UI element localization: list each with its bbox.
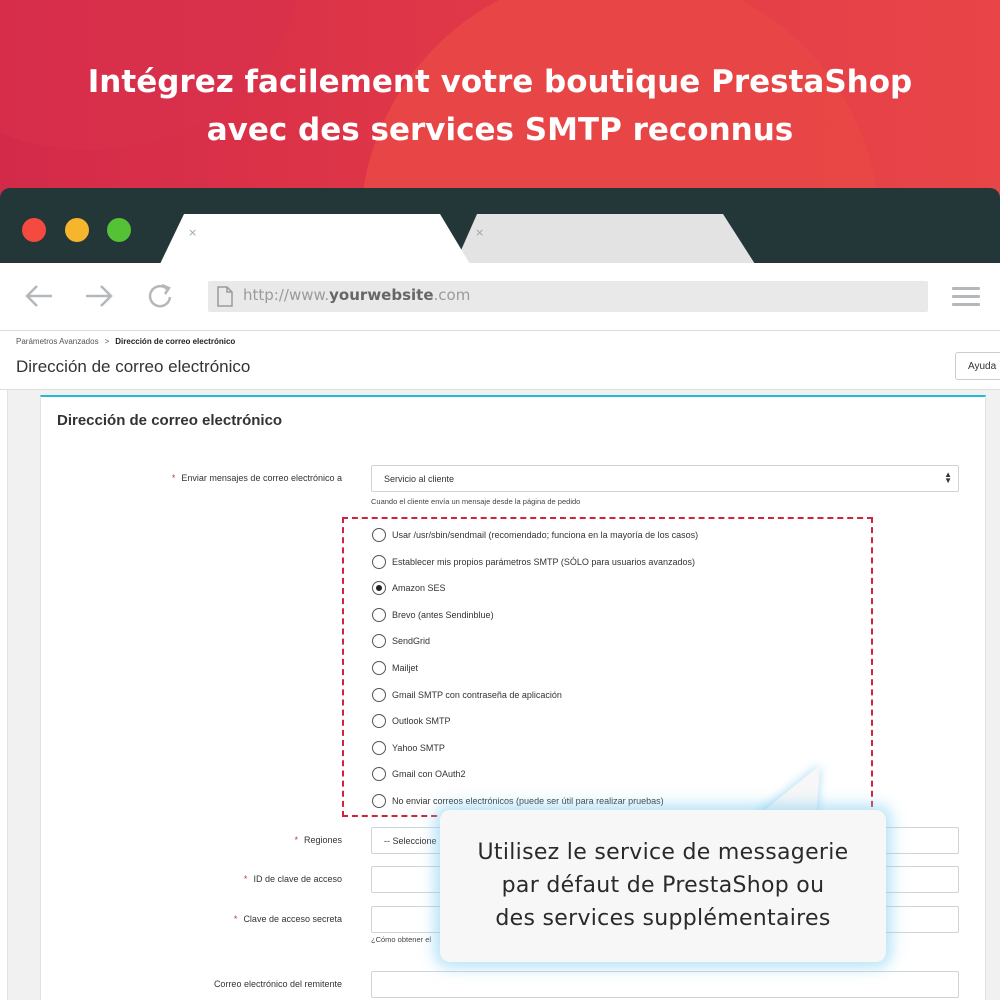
radio-unchecked[interactable] [372,687,386,702]
send-to-select[interactable]: Servicio al cliente ▲ ▼ [371,465,959,492]
page-header: Parámetros Avanzados > Dirección de correo… [0,332,1000,390]
callout-line3: des services supplémentaires [495,906,831,931]
sidebar-rail [0,390,8,1000]
back-arrow-icon[interactable] [22,281,56,311]
hero-banner: Intégrez facilement votre boutique Prest… [0,0,1000,200]
breadcrumb-parent[interactable]: Parámetros Avanzados [16,337,99,346]
sender-email-label: Correo electrónico del remitente [213,979,342,989]
mail-method-option-label: Brevo (antes Sendinblue) [392,609,494,620]
page-title: Dirección de correo electrónico [16,357,251,376]
browser-tab-active[interactable]: × [160,214,470,264]
browser-toolbar: http://www.yourwebsite.com [0,263,1000,331]
mail-method-option-label: Gmail SMTP con contraseña de aplicación [392,689,562,700]
forward-arrow-icon[interactable] [82,281,116,311]
mail-method-option-label: Mailjet [392,663,419,673]
browser-titlebar: × × [0,188,1000,264]
callout-line2: par défaut de PrestaShop ou [501,873,825,898]
radio-unchecked[interactable] [372,714,386,729]
callout-line1: Utilisez le service de messagerie [477,840,849,865]
secret-key-help-link[interactable]: ¿Cómo obtener el [371,935,431,944]
mail-method-option[interactable]: Mailjet [372,660,418,676]
hamburger-menu-icon[interactable] [952,287,980,307]
hero-title: Intégrez facilement votre boutique Prest… [0,58,1000,154]
browser-tab-inactive[interactable]: × [455,214,755,264]
mail-method-option[interactable]: Gmail SMTP con contraseña de aplicación [372,687,562,703]
mail-method-option[interactable]: Outlook SMTP [372,713,451,729]
send-to-help: Cuando el cliente envía un mensaje desde… [371,497,581,506]
mail-method-option-label: SendGrid [392,636,431,647]
regions-label: * Regiones [294,835,342,845]
hero-title-line2: avec des services SMTP reconnus [206,112,794,148]
radio-unchecked[interactable] [372,528,386,542]
hero-title-line1: Intégrez facilement votre boutique Prest… [87,64,913,100]
mail-method-option-label: Usar /usr/sbin/sendmail (recomendado; fu… [392,530,699,540]
maximize-window-button[interactable] [107,218,131,242]
sender-email-input[interactable] [371,971,959,998]
mail-method-option-label: Outlook SMTP [392,716,451,727]
minimize-window-button[interactable] [65,218,89,242]
mail-method-option[interactable]: Amazon SES [372,580,446,596]
mail-method-option[interactable]: No enviar correos electrónicos (puede se… [372,793,664,809]
mail-method-option[interactable]: Brevo (antes Sendinblue) [372,607,494,623]
breadcrumb-current: Dirección de correo electrónico [115,337,236,346]
mail-method-option[interactable]: Gmail con OAuth2 [372,766,466,782]
radio-unchecked[interactable] [372,607,386,622]
regions-value: -- Seleccione [384,836,437,846]
radio-unchecked[interactable] [372,794,386,808]
address-url: http://www.yourwebsite.com [243,286,471,304]
mail-method-option[interactable]: SendGrid [372,633,430,649]
close-window-button[interactable] [22,218,46,242]
send-to-label: * Enviar mensajes de correo electrónico a [171,473,342,483]
address-bar[interactable]: http://www.yourwebsite.com [208,281,928,312]
select-caret-icon: ▲ ▼ [944,470,952,485]
radio-unchecked[interactable] [372,554,386,569]
mail-method-option[interactable]: Establecer mis propios parámetros SMTP (… [372,554,695,570]
mail-method-option-label: Establecer mis propios parámetros SMTP (… [392,556,695,567]
radio-unchecked[interactable] [372,740,386,755]
radio-unchecked[interactable] [372,767,386,782]
radio-unchecked[interactable] [372,661,386,675]
tab-close-icon[interactable]: × [475,226,484,239]
page-document-icon [217,286,233,307]
access-key-label: * ID de clave de acceso [243,874,342,884]
tab-close-icon[interactable]: × [188,226,197,239]
mail-method-option-label: Gmail con OAuth2 [392,769,466,780]
reload-icon[interactable] [144,281,178,311]
mail-method-option-label: Amazon SES [392,583,446,594]
mail-method-option[interactable]: Yahoo SMTP [372,740,445,756]
callout-box: Utilisez le service de messagerie par dé… [440,810,886,962]
radio-checked[interactable] [372,581,386,596]
mail-method-option[interactable]: Usar /usr/sbin/sendmail (recomendado; fu… [372,527,698,543]
breadcrumb-separator: > [104,337,110,346]
radio-unchecked[interactable] [372,634,386,649]
mail-method-option-label: No enviar correos electrónicos (puede se… [392,796,664,806]
help-button[interactable]: Ayuda [955,352,1000,380]
send-to-value: Servicio al cliente [384,474,455,484]
callout-text: Utilisez le service de messagerie par dé… [440,836,886,935]
panel-title: Dirección de correo electrónico [57,412,283,429]
mail-method-option-label: Yahoo SMTP [392,742,445,753]
breadcrumb: Parámetros Avanzados > Dirección de correo… [16,337,235,346]
secret-key-label: * Clave de acceso secreta [233,914,342,924]
